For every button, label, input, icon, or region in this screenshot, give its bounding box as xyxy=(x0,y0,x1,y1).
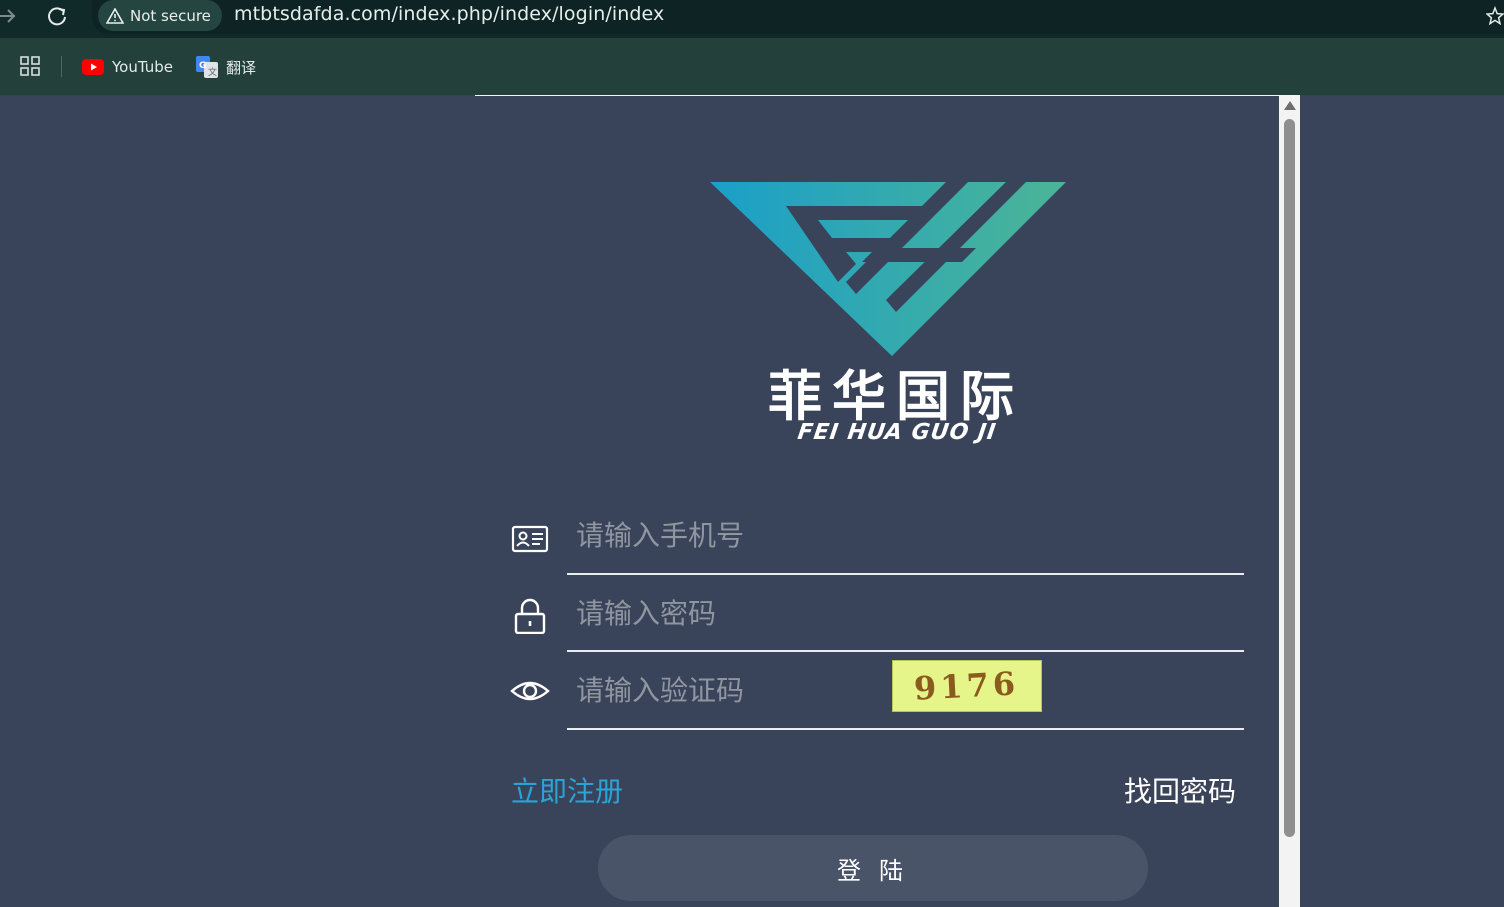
google-translate-icon: G 文 xyxy=(196,56,218,78)
apps-grid-icon[interactable] xyxy=(20,56,40,76)
register-link[interactable]: 立即注册 xyxy=(511,770,623,810)
url-text[interactable]: mtbtsdafda.com/index.php/index/login/ind… xyxy=(234,3,664,25)
scrollbar-thumb[interactable] xyxy=(1284,119,1295,837)
phone-underline xyxy=(567,573,1244,575)
reload-icon[interactable] xyxy=(46,5,68,27)
lock-icon xyxy=(514,598,546,634)
svg-text:文: 文 xyxy=(208,66,217,78)
captcha-image[interactable]: 9176 xyxy=(892,660,1042,712)
security-label: Not secure xyxy=(130,6,211,25)
logo-english-text: FEI HUA GUO JI xyxy=(795,420,999,445)
captcha-input[interactable] xyxy=(567,660,877,720)
forgot-password-link[interactable]: 找回密码 xyxy=(1124,770,1236,810)
id-card-icon xyxy=(511,525,549,553)
bookmark-label: 翻译 xyxy=(226,58,257,77)
bookmark-youtube[interactable]: YouTube xyxy=(82,56,173,78)
password-input[interactable] xyxy=(567,583,1244,643)
security-indicator[interactable]: Not secure xyxy=(98,0,222,31)
warning-icon xyxy=(106,7,124,24)
bookmark-translate[interactable]: G 文 翻译 xyxy=(196,56,256,78)
phone-input[interactable] xyxy=(567,505,1244,565)
eye-icon xyxy=(510,681,550,701)
bookmarks-separator xyxy=(61,56,62,77)
password-underline xyxy=(567,650,1244,652)
svg-text:G: G xyxy=(199,61,206,71)
scroll-up-arrow-icon[interactable] xyxy=(1283,99,1297,111)
forward-arrow-icon[interactable] xyxy=(0,6,16,26)
bookmark-label: YouTube xyxy=(112,58,173,76)
captcha-code: 9176 xyxy=(913,664,1021,708)
captcha-underline xyxy=(567,728,1244,730)
bookmark-star-icon[interactable] xyxy=(1486,6,1504,26)
page-divider xyxy=(475,95,1279,96)
login-button[interactable]: 登陆 xyxy=(598,835,1148,901)
youtube-icon xyxy=(82,59,104,75)
